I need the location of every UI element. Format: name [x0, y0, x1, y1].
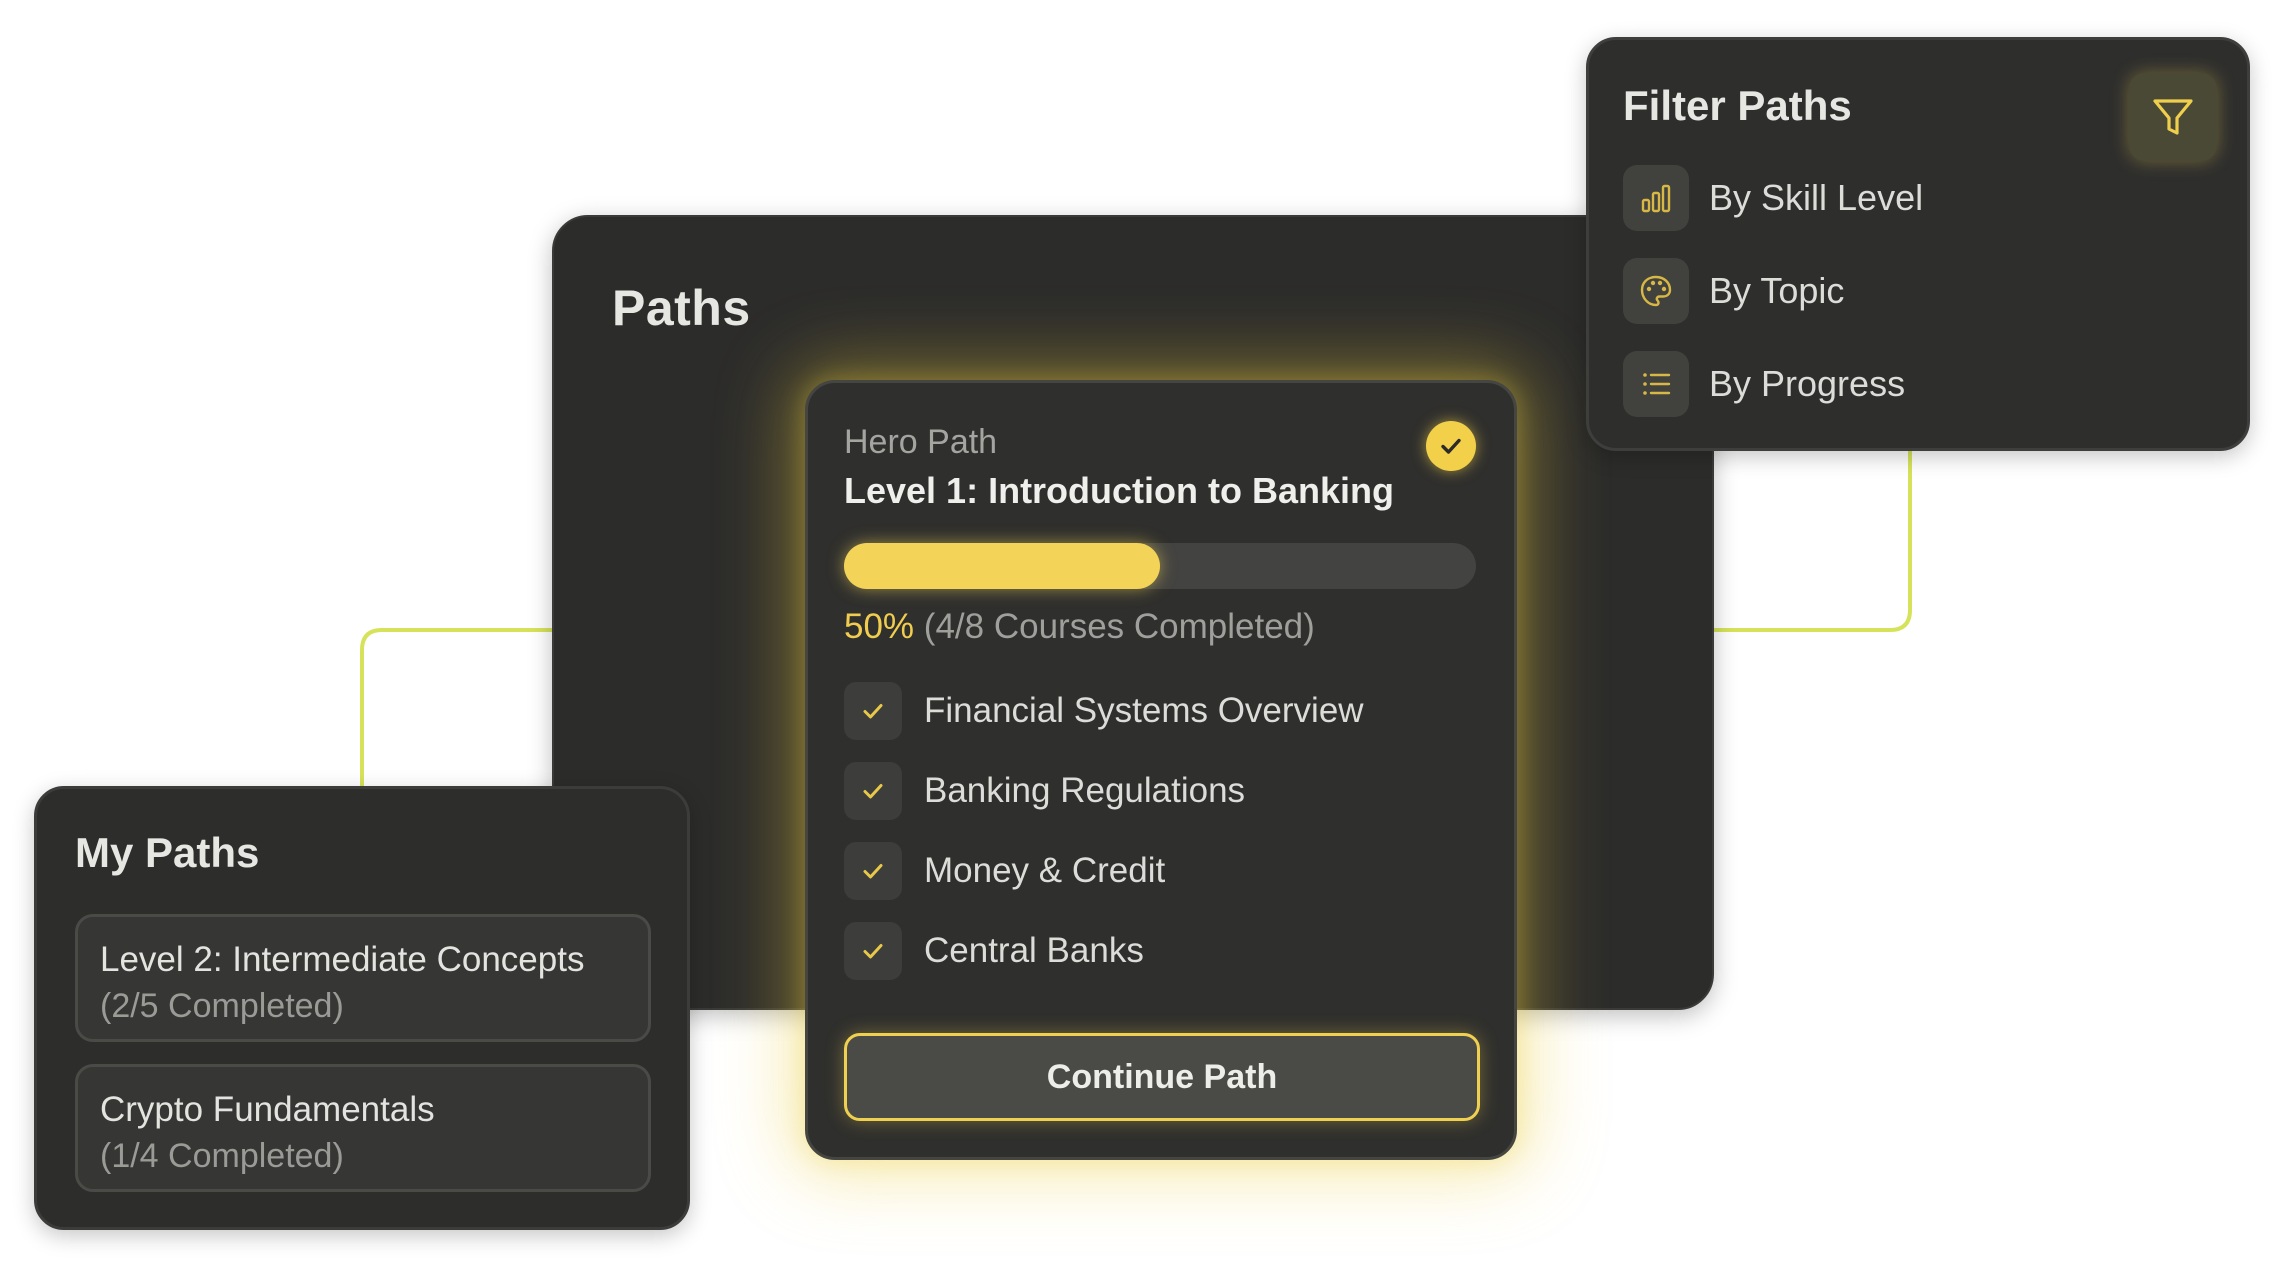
my-path-status: (2/5 Completed): [100, 987, 344, 1025]
filter-label: By Skill Level: [1709, 177, 1924, 218]
my-path-card[interactable]: Crypto Fundamentals (1/4 Completed): [75, 1064, 651, 1192]
filter-list: By Skill Level By Topic By Progress: [1623, 164, 1923, 443]
checkbox-checked-icon[interactable]: [844, 762, 902, 820]
filter-item-skill-level[interactable]: By Skill Level: [1623, 164, 1923, 232]
filter-item-progress[interactable]: By Progress: [1623, 350, 1923, 418]
course-item[interactable]: Banking Regulations: [844, 761, 1364, 821]
connector-left: [360, 628, 552, 786]
course-label: Financial Systems Overview: [924, 691, 1364, 730]
my-path-name: Level 2: Intermediate Concepts: [100, 940, 585, 979]
funnel-icon[interactable]: [2129, 73, 2217, 161]
checkbox-checked-icon[interactable]: [844, 922, 902, 980]
course-item[interactable]: Financial Systems Overview: [844, 681, 1364, 741]
continue-path-button[interactable]: Continue Path: [844, 1033, 1480, 1121]
connector-right: [1714, 451, 1912, 632]
progress-percent: 50%: [844, 607, 915, 646]
my-paths-title: My Paths: [75, 829, 260, 876]
checkbox-checked-icon[interactable]: [844, 842, 902, 900]
filter-item-topic[interactable]: By Topic: [1623, 257, 1923, 325]
palette-icon: [1623, 258, 1689, 324]
my-path-card[interactable]: Level 2: Intermediate Concepts (2/5 Comp…: [75, 914, 651, 1042]
progress-bar: [844, 543, 1476, 589]
hero-title: Level 1: Introduction to Banking: [844, 470, 1395, 511]
page-title: Paths: [612, 280, 751, 336]
filter-label: By Topic: [1709, 270, 1845, 311]
course-list: Financial Systems Overview Banking Regul…: [844, 681, 1364, 1001]
hero-eyebrow: Hero Path: [844, 423, 998, 461]
progress-text: 50% (4/8 Courses Completed): [844, 607, 1315, 647]
progress-fill: [844, 543, 1160, 589]
course-item[interactable]: Money & Credit: [844, 841, 1364, 901]
course-label: Banking Regulations: [924, 771, 1246, 810]
checkbox-checked-icon[interactable]: [844, 682, 902, 740]
course-label: Central Banks: [924, 931, 1144, 970]
filter-paths-panel: Filter Paths By Skill Level By Topic By …: [1586, 37, 2250, 451]
filter-label: By Progress: [1709, 363, 1906, 404]
filter-title: Filter Paths: [1623, 82, 1852, 129]
my-paths-panel: My Paths Level 2: Intermediate Concepts …: [34, 786, 690, 1230]
list-icon: [1623, 351, 1689, 417]
bar-chart-icon: [1623, 165, 1689, 231]
my-path-name: Crypto Fundamentals: [100, 1090, 435, 1129]
course-item[interactable]: Central Banks: [844, 921, 1364, 981]
check-circle-icon: [1426, 421, 1476, 471]
my-path-status: (1/4 Completed): [100, 1137, 344, 1175]
course-label: Money & Credit: [924, 851, 1166, 890]
hero-path-card: Hero Path Level 1: Introduction to Banki…: [805, 380, 1517, 1160]
progress-detail: (4/8 Courses Completed): [923, 607, 1315, 646]
